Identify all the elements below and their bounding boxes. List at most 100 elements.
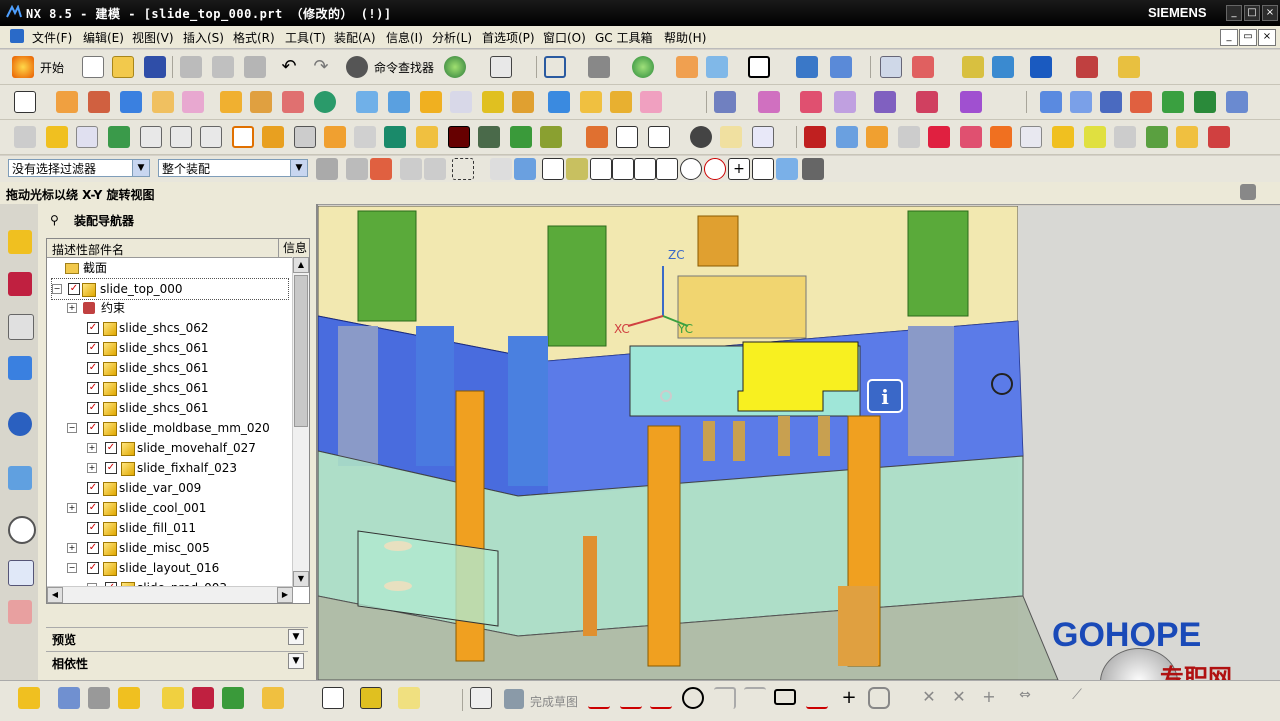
boss-icon[interactable] bbox=[182, 91, 204, 113]
intersection-icon[interactable] bbox=[656, 158, 678, 180]
menu-format[interactable]: 格式(R) bbox=[233, 29, 275, 46]
collapse-icon[interactable]: − bbox=[67, 563, 77, 573]
region-icon[interactable] bbox=[836, 126, 858, 148]
checkbox[interactable]: ✓ bbox=[87, 322, 99, 334]
select-all-icon[interactable] bbox=[346, 158, 368, 180]
cut-icon[interactable] bbox=[180, 56, 202, 78]
bounded-plane-icon[interactable] bbox=[1162, 91, 1184, 113]
end-point-icon[interactable] bbox=[590, 158, 612, 180]
preview-section[interactable]: 预览 ▼ bbox=[46, 627, 308, 648]
orient-view-icon[interactable] bbox=[588, 56, 610, 78]
hole-icon[interactable] bbox=[152, 91, 174, 113]
redo-icon[interactable]: ↷ bbox=[310, 56, 332, 78]
menu-window[interactable]: 窗口(O) bbox=[543, 29, 586, 46]
expand-icon[interactable]: + bbox=[87, 443, 97, 453]
parting-surface-icon[interactable] bbox=[990, 126, 1012, 148]
finish-sketch-icon[interactable] bbox=[504, 689, 524, 709]
patch-surface-icon[interactable] bbox=[928, 126, 950, 148]
delete-face-icon[interactable] bbox=[800, 91, 822, 113]
add-component-icon[interactable] bbox=[46, 126, 68, 148]
status-options-icon[interactable] bbox=[1240, 184, 1256, 200]
check-regions-icon[interactable] bbox=[1020, 126, 1042, 148]
finish-sketch-label[interactable]: 完成草图 bbox=[530, 693, 578, 710]
bom-icon[interactable] bbox=[648, 126, 670, 148]
pocket-mold-icon[interactable] bbox=[616, 126, 638, 148]
wave-geometry-icon[interactable] bbox=[58, 687, 80, 709]
existing-point-icon[interactable]: + bbox=[728, 158, 750, 180]
studio-surface-icon[interactable] bbox=[1100, 91, 1122, 113]
extend-surface-icon[interactable] bbox=[960, 126, 982, 148]
mold-wizard-icon[interactable] bbox=[232, 126, 254, 148]
clock-icon[interactable] bbox=[8, 516, 36, 544]
make-corner-icon[interactable]: + bbox=[978, 687, 1000, 709]
scroll-right-button[interactable]: ▶ bbox=[277, 587, 293, 603]
assembly-navigator-icon[interactable] bbox=[8, 230, 32, 254]
resize-face-icon[interactable] bbox=[834, 91, 856, 113]
checkbox[interactable]: ✓ bbox=[87, 402, 99, 414]
rib-icon[interactable] bbox=[220, 91, 242, 113]
pull-face-icon[interactable] bbox=[916, 91, 938, 113]
sketch-icon[interactable] bbox=[14, 91, 36, 113]
point-icon[interactable] bbox=[912, 56, 934, 78]
shaded-icon[interactable] bbox=[632, 56, 654, 78]
view-manager-icon[interactable] bbox=[690, 126, 712, 148]
draft-icon[interactable] bbox=[450, 91, 472, 113]
minimize-button[interactable]: _ bbox=[1226, 5, 1242, 21]
doc-minimize-button[interactable]: _ bbox=[1220, 29, 1238, 46]
point-sketch-icon[interactable]: + bbox=[838, 687, 860, 709]
drawing-icon[interactable] bbox=[752, 126, 774, 148]
new-component-icon[interactable] bbox=[76, 126, 98, 148]
doc-close-button[interactable]: × bbox=[1258, 29, 1276, 46]
sketch-edit-icon[interactable] bbox=[470, 687, 492, 709]
menu-gc-toolbox[interactable]: GC 工具箱 bbox=[595, 29, 653, 46]
checkbox[interactable]: ✓ bbox=[105, 442, 117, 454]
parting-icon[interactable] bbox=[804, 126, 826, 148]
select-icon[interactable] bbox=[1030, 56, 1052, 78]
arrangements-icon[interactable] bbox=[262, 687, 284, 709]
quadrant-icon[interactable] bbox=[704, 158, 726, 180]
polygon-icon[interactable] bbox=[806, 687, 828, 709]
core-cavity-icon[interactable] bbox=[866, 126, 888, 148]
slider-icon[interactable] bbox=[384, 126, 406, 148]
shell-icon[interactable] bbox=[356, 91, 378, 113]
chevron-down-icon[interactable]: ▼ bbox=[288, 653, 304, 669]
mirror-assembly-icon[interactable] bbox=[140, 126, 162, 148]
reference-set-icon[interactable] bbox=[1146, 126, 1168, 148]
checkbox[interactable]: ✓ bbox=[87, 422, 99, 434]
block-icon[interactable] bbox=[120, 91, 142, 113]
selection-icon[interactable] bbox=[490, 56, 512, 78]
body-filter-icon[interactable] bbox=[490, 158, 512, 180]
exploded-view-icon[interactable] bbox=[322, 687, 344, 709]
pattern-icon[interactable] bbox=[282, 91, 304, 113]
checkbox[interactable]: ✓ bbox=[68, 283, 80, 295]
datum-icon[interactable] bbox=[992, 56, 1014, 78]
selection-filter-dropdown[interactable]: 没有选择过滤器 ▼ bbox=[8, 159, 150, 177]
undo-icon[interactable]: ↶ bbox=[278, 56, 300, 78]
analysis-icon[interactable] bbox=[1076, 56, 1098, 78]
layout-icon[interactable] bbox=[262, 126, 284, 148]
move-component-icon[interactable] bbox=[830, 56, 852, 78]
expand-icon[interactable]: + bbox=[87, 463, 97, 473]
list-item[interactable]: − ✓ slide_top_000 bbox=[51, 278, 289, 300]
chevron-down-icon[interactable]: ▼ bbox=[288, 629, 304, 645]
sweep-icon[interactable] bbox=[610, 91, 632, 113]
control-point-icon[interactable] bbox=[634, 158, 656, 180]
chamfer-icon[interactable] bbox=[420, 91, 442, 113]
constraint-navigator-icon[interactable] bbox=[8, 272, 32, 296]
menu-insert[interactable]: 插入(S) bbox=[183, 29, 224, 46]
history-icon[interactable] bbox=[8, 466, 32, 490]
assembly-constraints-icon[interactable] bbox=[192, 687, 214, 709]
menu-assembly[interactable]: 装配(A) bbox=[334, 29, 376, 46]
insert-icon[interactable] bbox=[1052, 126, 1074, 148]
arc-icon[interactable] bbox=[650, 687, 672, 709]
snap-options-icon[interactable] bbox=[566, 158, 588, 180]
list-icon[interactable] bbox=[802, 158, 824, 180]
menu-information[interactable]: 信息(I) bbox=[386, 29, 423, 46]
chevron-down-icon[interactable]: ▼ bbox=[290, 160, 307, 176]
clearance-icon[interactable] bbox=[1208, 126, 1230, 148]
part-navigator-icon[interactable] bbox=[8, 314, 34, 340]
thicken-icon[interactable] bbox=[580, 91, 602, 113]
filter-options-icon[interactable] bbox=[316, 158, 338, 180]
circle-icon[interactable] bbox=[682, 687, 704, 709]
create-array-icon[interactable] bbox=[118, 687, 140, 709]
